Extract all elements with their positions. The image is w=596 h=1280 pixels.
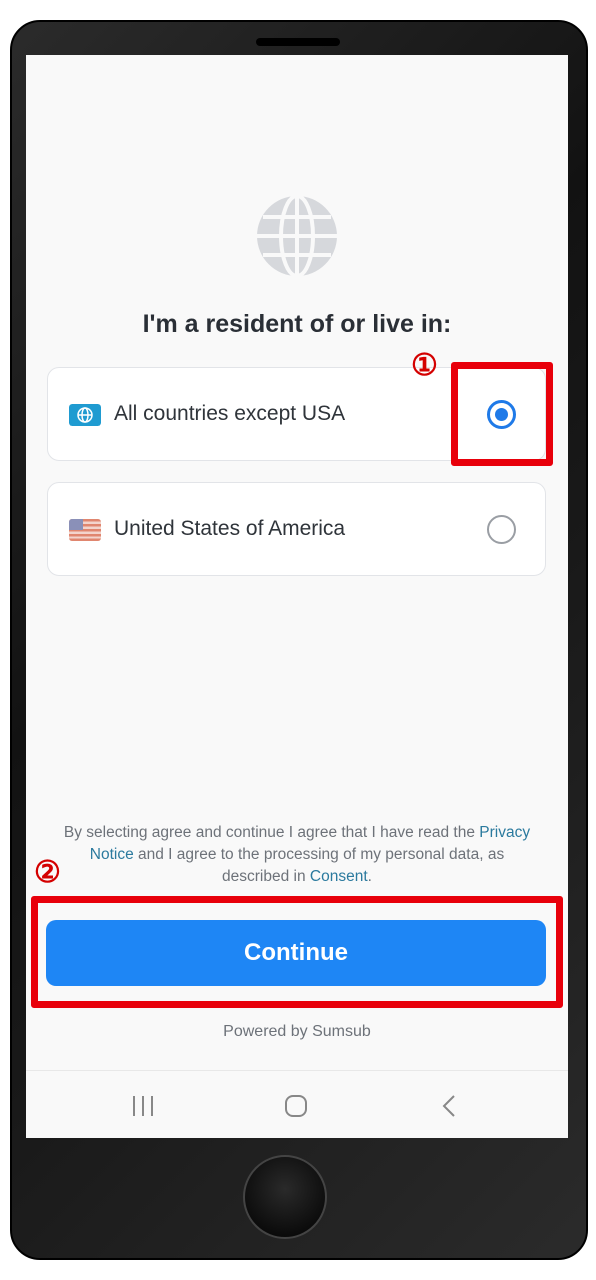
android-nav-bar: [26, 1070, 568, 1138]
page-title: I'm a resident of or live in:: [142, 310, 452, 338]
annotation-box-radio: [451, 362, 553, 466]
phone-speaker: [256, 38, 340, 46]
phone-home-button[interactable]: [243, 1155, 327, 1239]
consent-link[interactable]: Consent: [310, 868, 368, 885]
annotation-step-1: ①: [411, 348, 438, 383]
legal-text: .: [367, 868, 372, 885]
us-flag-icon: [69, 519, 101, 541]
powered-by: Powered by Sumsub: [223, 1023, 371, 1040]
back-icon[interactable]: [441, 1094, 457, 1118]
annotation-step-2: ②: [34, 855, 61, 890]
globe-icon: [257, 195, 337, 277]
option-label: All countries except USA: [114, 402, 346, 425]
option-united-states[interactable]: United States of America: [47, 482, 546, 576]
recent-apps-icon[interactable]: [131, 1095, 155, 1117]
legal-consent-text: By selecting agree and continue I agree …: [56, 822, 538, 888]
legal-text: By selecting agree and continue I agree …: [63, 824, 480, 841]
annotation-box-continue: [31, 896, 563, 1008]
globe-icon: [69, 404, 101, 426]
radio-unselected[interactable]: [487, 515, 516, 544]
option-label: United States of America: [114, 517, 346, 540]
home-icon[interactable]: [284, 1094, 308, 1118]
